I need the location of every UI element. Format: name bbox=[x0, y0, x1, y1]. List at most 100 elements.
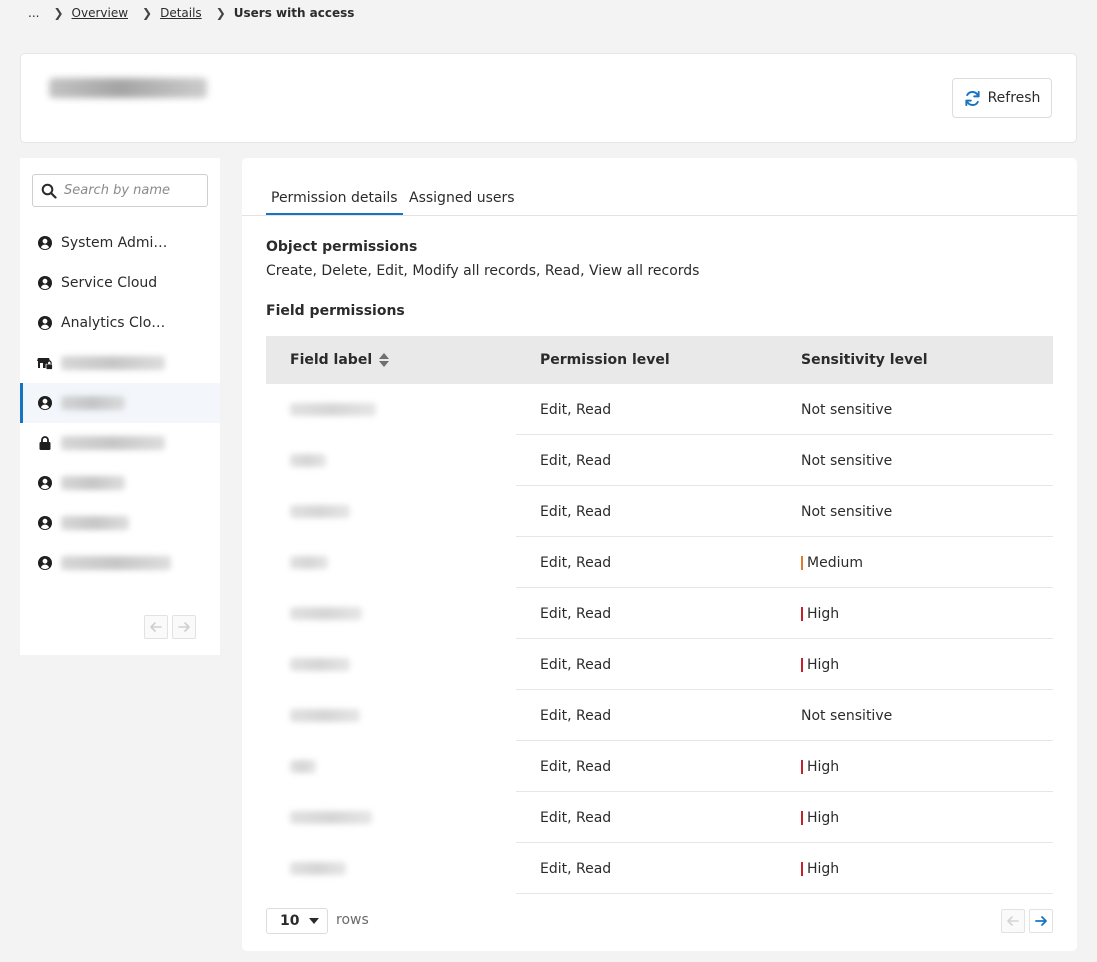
permission-level-cell: Edit, Read bbox=[540, 860, 612, 877]
user-list-item[interactable]: Service Cloud bbox=[20, 263, 220, 303]
sensitivity-level-label: High bbox=[807, 809, 840, 826]
field-label-redacted bbox=[290, 658, 350, 671]
user-circle-icon bbox=[38, 516, 52, 530]
permission-level-cell: Edit, Read bbox=[540, 809, 612, 826]
user-list-item[interactable] bbox=[20, 543, 220, 583]
rows-per-page-select[interactable]: 10 bbox=[266, 908, 328, 934]
sensitivity-level-cell: Not sensitive bbox=[777, 708, 1053, 724]
user-list-item[interactable]: Analytics Cloud... bbox=[20, 303, 220, 343]
table-footer: 10 rows bbox=[266, 908, 1053, 934]
column-header-permission-level: Permission level bbox=[540, 352, 670, 368]
user-circle-icon bbox=[38, 236, 52, 250]
sensitivity-level-label: Not sensitive bbox=[801, 452, 893, 469]
user-list-item[interactable] bbox=[20, 503, 220, 543]
field-label-cell bbox=[266, 435, 516, 486]
sensitivity-indicator bbox=[801, 810, 803, 825]
sensitivity-indicator bbox=[801, 759, 803, 774]
field-label-redacted bbox=[290, 454, 326, 467]
breadcrumb-current: Users with access bbox=[233, 6, 355, 20]
chevron-right-icon: ❯ bbox=[142, 6, 153, 20]
sensitivity-level-label: Not sensitive bbox=[801, 503, 893, 520]
sensitivity-level-label: High bbox=[807, 860, 840, 877]
permission-level-cell: Edit, Read bbox=[540, 758, 612, 775]
column-header-sensitivity-level: Sensitivity level bbox=[801, 352, 928, 368]
user-list-item[interactable]: System Admini... bbox=[20, 223, 220, 263]
user-circle-icon bbox=[38, 396, 52, 410]
table-row: Edit, Read Not sensitive bbox=[266, 384, 1053, 435]
caret-down-icon bbox=[309, 918, 320, 924]
search-icon bbox=[41, 183, 57, 199]
sensitivity-indicator bbox=[801, 861, 803, 876]
store-lock-icon bbox=[37, 358, 53, 370]
field-label-cell bbox=[266, 690, 516, 741]
object-permissions-value: Create, Delete, Edit, Modify all records… bbox=[266, 263, 700, 279]
user-list-item-redacted bbox=[61, 516, 129, 530]
user-list-item[interactable] bbox=[20, 423, 220, 463]
rows-per-page-value: 10 bbox=[280, 913, 300, 929]
lock-icon bbox=[39, 436, 51, 450]
sensitivity-indicator bbox=[801, 555, 803, 570]
breadcrumb-ellipsis[interactable]: ... bbox=[28, 6, 39, 20]
breadcrumb-overview-link[interactable]: Overview bbox=[72, 6, 129, 20]
user-circle-icon bbox=[38, 316, 52, 330]
tab-assigned-users[interactable]: Assigned users bbox=[404, 190, 520, 215]
chevron-right-icon: ❯ bbox=[215, 6, 226, 20]
field-label-cell bbox=[266, 843, 516, 894]
user-list-item[interactable] bbox=[20, 343, 220, 383]
next-page-button[interactable] bbox=[172, 615, 196, 639]
breadcrumb-details-link[interactable]: Details bbox=[160, 6, 202, 20]
user-list-item-redacted bbox=[61, 476, 125, 490]
table-row: Edit, Read Not sensitive bbox=[266, 486, 1053, 537]
permission-level-cell: Edit, Read bbox=[540, 656, 612, 673]
sensitivity-level-cell: High bbox=[777, 861, 1053, 877]
table-row: Edit, Read High bbox=[266, 741, 1053, 792]
field-label-cell bbox=[266, 792, 516, 843]
permission-level-cell: Edit, Read bbox=[540, 554, 612, 571]
tab-bar: Permission details Assigned users bbox=[242, 158, 1077, 216]
sensitivity-level-cell: High bbox=[777, 810, 1053, 826]
user-circle-icon bbox=[38, 276, 52, 290]
page-title-redacted bbox=[49, 78, 207, 98]
user-list-item[interactable] bbox=[20, 463, 220, 503]
sensitivity-level-cell: High bbox=[777, 606, 1053, 622]
sensitivity-level-label: High bbox=[807, 656, 840, 673]
previous-page-button[interactable] bbox=[144, 615, 168, 639]
permission-level-cell: Edit, Read bbox=[540, 401, 612, 418]
table-row: Edit, Read High bbox=[266, 588, 1053, 639]
column-header-label: Field label bbox=[290, 352, 373, 368]
field-label-redacted bbox=[290, 811, 372, 824]
table-row: Edit, Read High bbox=[266, 843, 1053, 894]
sensitivity-level-cell: High bbox=[777, 657, 1053, 673]
column-header-field-label[interactable]: Field label bbox=[266, 352, 516, 368]
field-label-cell bbox=[266, 741, 516, 792]
object-permissions-title: Object permissions bbox=[266, 239, 418, 255]
field-label-cell bbox=[266, 588, 516, 639]
search-input[interactable] bbox=[64, 183, 204, 198]
sensitivity-level-cell: High bbox=[777, 759, 1053, 775]
field-label-redacted bbox=[290, 607, 362, 620]
previous-page-button[interactable] bbox=[1001, 909, 1025, 933]
permission-level-cell: Edit, Read bbox=[540, 452, 612, 469]
field-label-cell bbox=[266, 639, 516, 690]
user-list-item-label: Service Cloud bbox=[61, 275, 158, 291]
field-label-redacted bbox=[290, 556, 328, 569]
user-list-item[interactable] bbox=[20, 383, 220, 423]
arrow-right-icon bbox=[178, 622, 190, 632]
user-list-item-label: Analytics Cloud... bbox=[61, 315, 173, 331]
field-label-cell bbox=[266, 537, 516, 588]
user-list-item-redacted bbox=[61, 396, 125, 410]
sensitivity-indicator bbox=[801, 657, 803, 672]
tab-permission-details[interactable]: Permission details bbox=[266, 190, 403, 215]
table-row: Edit, Read Medium bbox=[266, 537, 1053, 588]
sensitivity-level-cell: Not sensitive bbox=[777, 453, 1053, 469]
field-label-redacted bbox=[290, 862, 346, 875]
next-page-button[interactable] bbox=[1029, 909, 1053, 933]
field-label-redacted bbox=[290, 760, 316, 773]
permission-level-cell: Edit, Read bbox=[540, 707, 612, 724]
sort-icon bbox=[379, 353, 390, 367]
refresh-button[interactable]: Refresh bbox=[952, 78, 1052, 118]
user-circle-icon bbox=[38, 556, 52, 570]
header-card: Refresh bbox=[20, 53, 1077, 143]
table-header: Field label Permission level Sensitivity… bbox=[266, 336, 1053, 384]
user-list-item-redacted bbox=[61, 556, 171, 570]
